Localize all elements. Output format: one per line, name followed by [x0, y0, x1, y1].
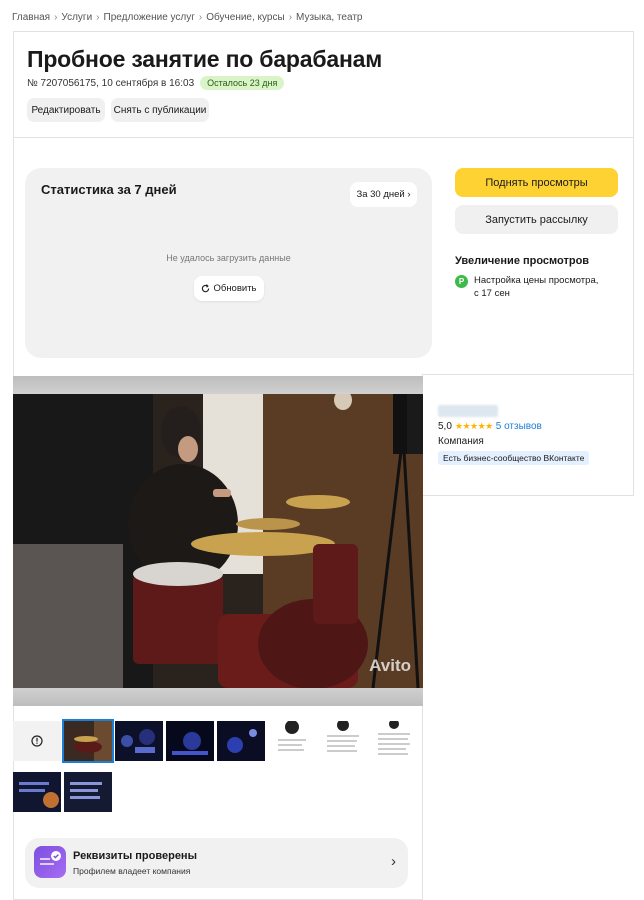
- breadcrumb-separator: ›: [288, 12, 293, 23]
- seller-block: 5,0 ★★★★★ 5 отзывов Компания Есть бизнес…: [438, 405, 590, 466]
- thumbnail-image: [166, 721, 214, 761]
- breadcrumb-separator: ›: [198, 12, 203, 23]
- promotion-icon: P: [455, 275, 468, 288]
- thumbnail-image: [64, 772, 112, 812]
- breadcrumb-item[interactable]: Услуги: [61, 12, 92, 23]
- thumbnail-9[interactable]: [64, 772, 112, 812]
- avito-watermark: Avito: [369, 656, 411, 675]
- start-mailing-button[interactable]: Запустить рассылку: [455, 205, 618, 234]
- thumbnail-image: [319, 721, 367, 761]
- main-photo[interactable]: Avito: [13, 394, 423, 688]
- remaining-days-badge: Осталось 23 дня: [200, 76, 285, 90]
- refresh-icon: [202, 284, 210, 293]
- stats-panel: Статистика за 7 дней За 30 дней › Не уда…: [25, 168, 432, 358]
- breadcrumb-item[interactable]: Главная: [12, 12, 50, 23]
- check-icon: [40, 851, 61, 865]
- thumbnail-5[interactable]: [268, 721, 316, 761]
- page-title: Пробное занятие по барабанам: [27, 46, 383, 72]
- boost-text-line: с 17 сен: [474, 288, 510, 299]
- thumbnail-6[interactable]: [319, 721, 367, 761]
- seller-rating: 5,0 ★★★★★ 5 отзывов: [438, 421, 589, 432]
- boost-info[interactable]: P Настройка цены просмотра, с 17 сен: [455, 274, 598, 300]
- rating-value: 5,0: [438, 421, 452, 432]
- edit-button[interactable]: Редактировать: [27, 98, 105, 122]
- thumbnail-image: [217, 721, 265, 761]
- refresh-button[interactable]: Обновить: [194, 276, 264, 301]
- listing-number-date: № 7207056175, 10 сентября в 16:03: [27, 77, 195, 89]
- breadcrumb-item[interactable]: Обучение, курсы: [206, 12, 284, 23]
- verified-badge-icon: [34, 846, 66, 878]
- thumbnail-4[interactable]: [217, 721, 265, 761]
- thumbnail-2[interactable]: [115, 721, 163, 761]
- breadcrumb-separator: ›: [96, 12, 100, 23]
- breadcrumb-separator: ›: [54, 12, 58, 23]
- refresh-label: Обновить: [213, 283, 257, 294]
- boost-text-line: Настройка цены просмотра,: [474, 275, 599, 286]
- seller-name-blurred[interactable]: [438, 405, 498, 417]
- thumbnail-8[interactable]: [13, 772, 61, 812]
- vk-community-badge: Есть бизнес-сообщество ВКонтакте: [438, 451, 590, 465]
- rating-stars-icon: ★★★★★: [454, 421, 493, 431]
- thumbnail-image: [268, 721, 316, 761]
- thumbnail-image: [115, 721, 163, 761]
- thumbnail-7[interactable]: [370, 721, 418, 761]
- thumbnail-3[interactable]: [166, 721, 214, 761]
- info-icon: [31, 735, 43, 747]
- stats-period-button[interactable]: За 30 дней ›: [350, 182, 417, 207]
- chevron-right-icon: ›: [391, 853, 396, 870]
- unpublish-button[interactable]: Снять с публикации: [111, 98, 209, 122]
- verified-details-card[interactable]: Реквизиты проверены Профилем владеет ком…: [25, 838, 408, 888]
- thumbnail-image: [64, 721, 112, 761]
- seller-type: Компания: [438, 436, 484, 447]
- info-thumbnail[interactable]: [13, 721, 61, 761]
- thumbnail-1[interactable]: [62, 719, 114, 763]
- breadcrumb: Главная › Услуги › Предложение услуг › Обучени…: [12, 12, 362, 23]
- raise-views-button[interactable]: Поднять просмотры: [455, 168, 618, 197]
- drummer-photo: [13, 394, 423, 688]
- thumbnail-image: [370, 721, 418, 761]
- breadcrumb-item[interactable]: Музыка, театр: [296, 12, 362, 23]
- photo-viewer[interactable]: Avito: [13, 376, 423, 706]
- boost-title: Увеличение просмотров: [455, 255, 590, 267]
- stats-error-text: Не удалось загрузить данные: [166, 253, 291, 263]
- breadcrumb-item[interactable]: Предложение услуг: [104, 12, 195, 23]
- reviews-link[interactable]: 5 отзывов: [496, 421, 542, 432]
- stats-title: Статистика за 7 дней: [41, 182, 177, 197]
- listing-meta: № 7207056175, 10 сентября в 16:03 Остало…: [27, 76, 285, 90]
- verified-subtitle: Профилем владеет компания: [73, 866, 191, 876]
- thumbnail-image: [13, 772, 61, 812]
- verified-title: Реквизиты проверены: [73, 850, 197, 862]
